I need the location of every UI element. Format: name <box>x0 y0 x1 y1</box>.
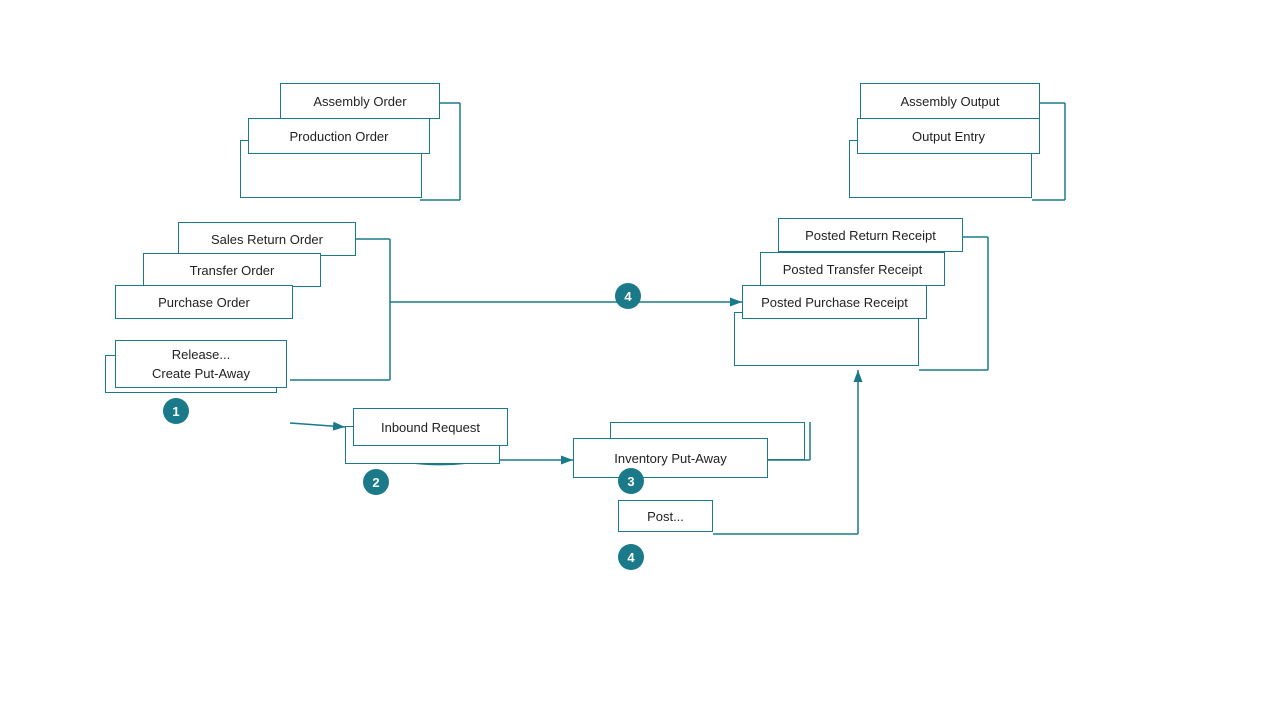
assembly-output-box: Assembly Output <box>860 83 1040 119</box>
assembly-order-box: Assembly Order <box>280 83 440 119</box>
badge-1: 1 <box>163 398 189 424</box>
posted-transfer-receipt-box: Posted Transfer Receipt <box>760 252 945 286</box>
badge-3: 3 <box>618 468 644 494</box>
inventory-putaway-box: Inventory Put-Away <box>573 438 768 478</box>
badge-2: 2 <box>363 469 389 495</box>
purchase-order-box: Purchase Order <box>115 285 293 319</box>
transfer-order-box: Transfer Order <box>143 253 321 287</box>
posted-return-receipt-box: Posted Return Receipt <box>778 218 963 252</box>
posted-purchase-receipt-box: Posted Purchase Receipt <box>742 285 927 319</box>
inbound-request-box: Inbound Request <box>353 408 508 446</box>
output-entry-box: Output Entry <box>857 118 1040 154</box>
sales-return-order-box: Sales Return Order <box>178 222 356 256</box>
diagram-container: Assembly Order Production Order Assembly… <box>0 0 1280 720</box>
release-create-box: Release... Create Put-Away <box>115 340 287 388</box>
production-order-box: Production Order <box>248 118 430 154</box>
post-button-box[interactable]: Post... <box>618 500 713 532</box>
posted-purchase-receipt-bg <box>734 312 919 366</box>
badge-4a: 4 <box>615 283 641 309</box>
badge-4b: 4 <box>618 544 644 570</box>
